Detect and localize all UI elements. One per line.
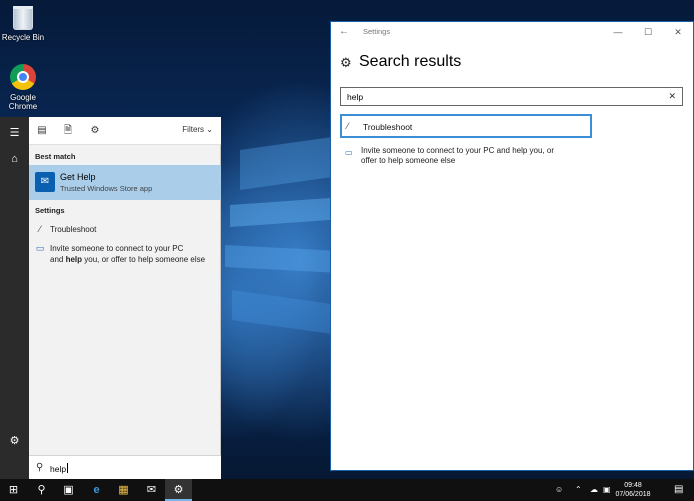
best-match-subtitle: Trusted Windows Store app [60, 184, 153, 193]
file-explorer-icon[interactable]: ▦ [110, 479, 137, 501]
chrome-icon [10, 64, 36, 90]
result-line1: Invite someone to connect to your PC and… [361, 146, 555, 155]
start-search-panel: ▤ 🗎 ⚙ Filters ⌄ Best match ✉ Get Help Tr… [29, 117, 221, 479]
cloud-icon[interactable]: ☁ [590, 485, 598, 494]
result-label: Troubleshoot [363, 122, 413, 132]
search-icon[interactable]: ⚲ [28, 479, 55, 501]
get-help-icon: ✉ [35, 172, 55, 192]
clear-icon[interactable]: ✕ [668, 91, 676, 102]
maximize-button[interactable]: ☐ [633, 22, 663, 42]
clock-time: 09:48 [624, 482, 642, 489]
home-icon[interactable]: ⌂ [0, 147, 29, 171]
mail-icon[interactable]: ✉ [138, 479, 165, 501]
best-match-heading: Best match [35, 152, 76, 161]
task-view-icon[interactable]: ▣ [55, 479, 82, 501]
search-icon: ⚲ [36, 462, 44, 473]
result-label: Troubleshoot [50, 225, 97, 234]
best-match-title: Get Help [60, 172, 96, 182]
hamburger-icon[interactable]: ☰ [0, 121, 29, 145]
result-text: Invite someone to connect to your PC and… [50, 243, 205, 265]
settings-search-input[interactable]: help [347, 92, 363, 102]
filters-dropdown[interactable]: Filters ⌄ [182, 125, 213, 134]
settings-window: ← Settings — ☐ ✕ ⚙ Search results help ✕… [330, 21, 694, 471]
best-match-get-help[interactable]: ✉ Get Help Trusted Windows Store app [29, 165, 221, 200]
wrench-icon: ⁄ [347, 121, 349, 131]
gear-icon[interactable]: ⚙ [0, 429, 29, 453]
people-icon[interactable]: ☺ [555, 485, 563, 494]
search-input[interactable]: help [50, 463, 69, 474]
documents-icon[interactable]: 🗎 [62, 125, 74, 137]
desktop-icon-chrome[interactable]: Google Chrome [0, 64, 46, 111]
filters-label: Filters [182, 125, 205, 134]
edge-icon[interactable]: e [83, 479, 110, 501]
action-center-icon[interactable]: ▤ [674, 484, 683, 495]
chevron-up-icon[interactable]: ⌃ [575, 485, 582, 494]
chevron-down-icon: ⌄ [206, 125, 213, 134]
settings-search-box[interactable]: help ✕ [340, 87, 683, 106]
result-line2-pre: and [50, 255, 64, 264]
start-menu-rail: ☰ ⌂ ⚙ [0, 117, 29, 479]
recycle-bin-icon [13, 6, 33, 30]
wrench-icon: ⁄ [39, 224, 41, 234]
clock[interactable]: 09:48 07/06/2018 [612, 481, 654, 499]
windows-start-icon[interactable]: ⊞ [0, 479, 27, 501]
network-icon[interactable]: ▣ [603, 485, 611, 494]
taskbar: ⊞ ⚲ ▣ e ▦ ✉ ⚙ ☺ ⌃ ☁ ▣ ♫ 09:48 07/06/2018… [0, 479, 694, 501]
desktop-icon-label: Google Chrome [8, 93, 38, 111]
result-line2-bold: help [65, 255, 83, 264]
title-bar: ← Settings — ☐ ✕ [331, 22, 693, 42]
result-line1: Invite someone to connect to your PC [50, 244, 184, 253]
result-line2: offer to help someone else [361, 156, 456, 165]
start-search-box[interactable]: ⚲ help [29, 455, 221, 479]
monitor-icon: ▭ [345, 148, 353, 157]
settings-icon[interactable]: ⚙ [165, 479, 192, 501]
search-filter-bar: ▤ 🗎 ⚙ Filters ⌄ [29, 117, 221, 145]
result-line2-post: you, or offer to help someone else [84, 255, 206, 264]
clock-date: 07/06/2018 [615, 491, 651, 498]
settings-heading: Settings [35, 206, 65, 215]
page-title: Search results [359, 53, 462, 70]
result-text: Invite someone to connect to your PC and… [361, 146, 554, 166]
back-arrow-icon[interactable]: ← [339, 26, 349, 37]
desktop-icon-recycle-bin[interactable]: Recycle Bin [0, 6, 46, 42]
minimize-button[interactable]: — [603, 22, 633, 42]
apps-icon[interactable]: ▤ [36, 125, 48, 137]
settings-gear-icon[interactable]: ⚙ [89, 125, 101, 137]
window-title: Settings [363, 27, 391, 36]
result-invite-help[interactable]: ▭ Invite someone to connect to your PC a… [29, 242, 221, 266]
close-button[interactable]: ✕ [663, 22, 693, 42]
result-troubleshoot[interactable]: ⁄ Troubleshoot [29, 223, 221, 237]
gear-icon: ⚙ [340, 55, 352, 70]
settings-result-troubleshoot[interactable]: ⁄ Troubleshoot [340, 114, 592, 138]
desktop-icon-label: Recycle Bin [1, 33, 45, 42]
monitor-icon: ▭ [35, 243, 45, 253]
